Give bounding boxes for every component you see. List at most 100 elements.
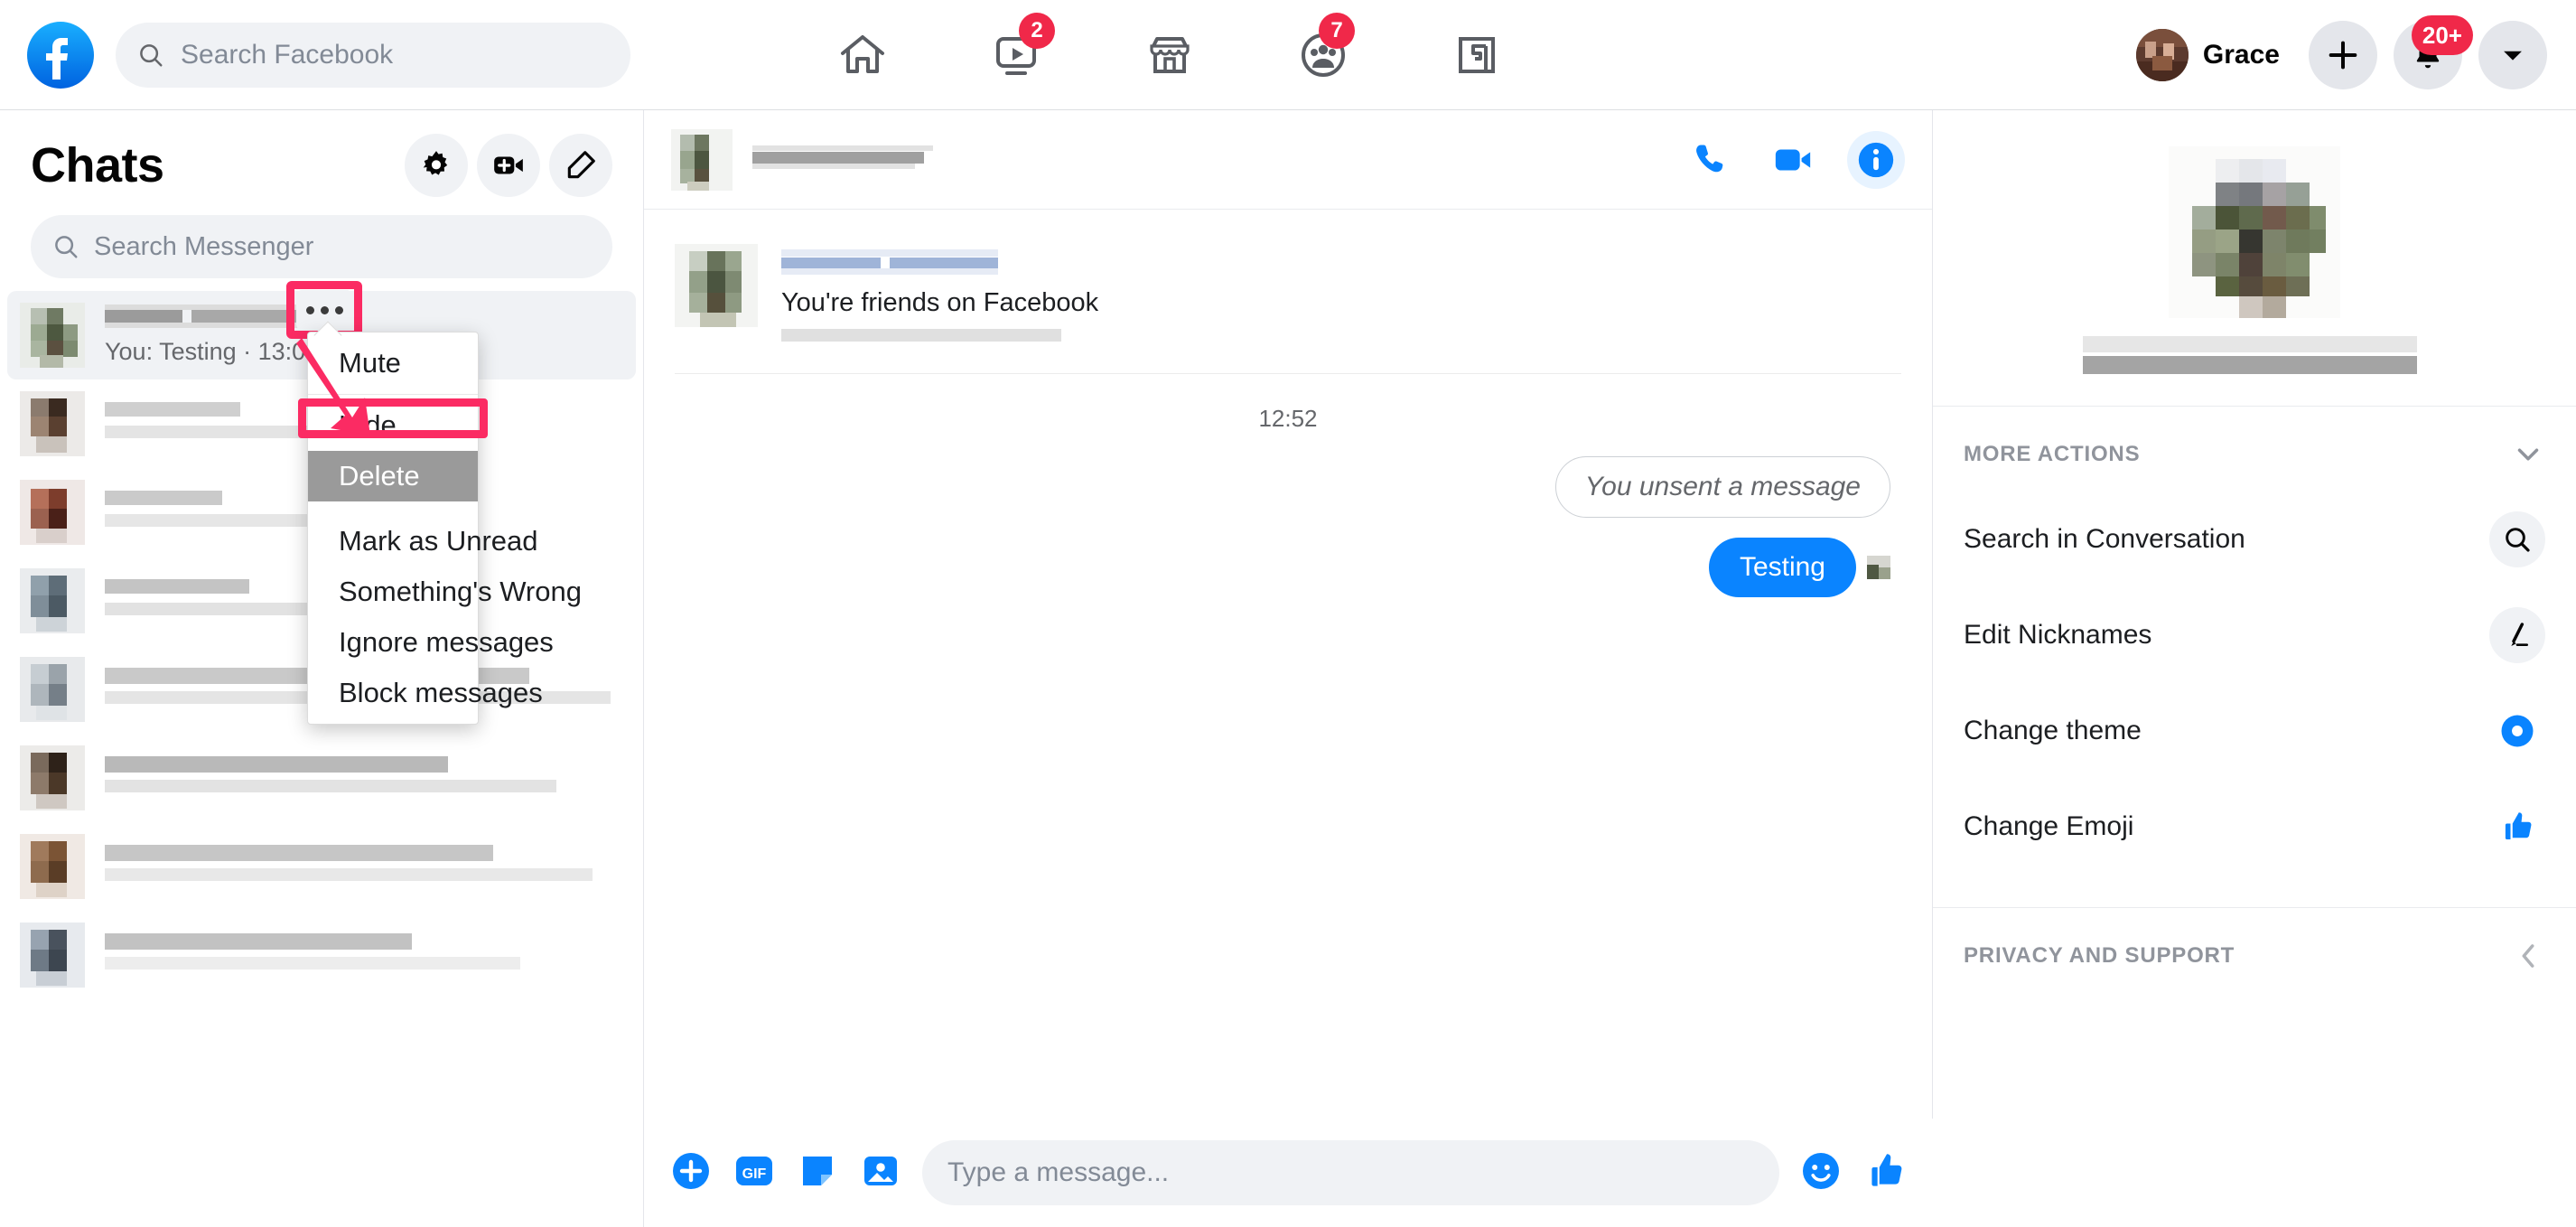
facebook-logo-icon[interactable] bbox=[27, 21, 94, 89]
facebook-search-input[interactable]: Search Facebook bbox=[116, 22, 630, 88]
avatar bbox=[2169, 146, 2340, 318]
avatar bbox=[20, 480, 85, 545]
new-message-button[interactable] bbox=[549, 134, 612, 197]
context-menu-item-delete[interactable]: Delete bbox=[308, 451, 478, 501]
photo-button[interactable] bbox=[859, 1149, 902, 1197]
profile-chip[interactable]: Grace bbox=[2129, 22, 2292, 89]
dot bbox=[334, 305, 343, 314]
avatar bbox=[20, 923, 85, 988]
new-video-call-icon bbox=[494, 156, 523, 174]
messenger-search-placeholder: Search Messenger bbox=[94, 231, 314, 261]
notifications-badge: 20+ bbox=[2411, 15, 2473, 55]
notifications-button[interactable]: 20+ bbox=[2394, 15, 2473, 89]
context-menu-item-mark-as-unread[interactable]: Mark as Unread bbox=[308, 516, 538, 567]
avatar bbox=[2135, 29, 2189, 81]
info-icon bbox=[1858, 142, 1894, 177]
avatar bbox=[20, 657, 85, 722]
action-label: Search in Conversation bbox=[1964, 524, 2245, 554]
plus-icon bbox=[2329, 41, 2357, 70]
sticker-icon bbox=[803, 1156, 832, 1185]
dot bbox=[305, 305, 314, 314]
nav-groups-icon[interactable]: 7 bbox=[1246, 0, 1400, 110]
chevron-left-icon[interactable] bbox=[2511, 939, 2545, 973]
action-label: Change Emoji bbox=[1964, 811, 2134, 841]
add-attachment-button[interactable] bbox=[669, 1149, 713, 1197]
context-menu-item-block-messages[interactable]: Block messages bbox=[308, 668, 543, 718]
main-nav-icons: 2 7 bbox=[786, 0, 1554, 110]
chevron-down-icon[interactable] bbox=[2511, 437, 2545, 472]
nav-watch-icon[interactable]: 2 bbox=[939, 0, 1093, 110]
messenger-search-input[interactable]: Search Messenger bbox=[31, 215, 612, 278]
emoji-button[interactable] bbox=[1799, 1149, 1843, 1197]
action-label: Edit Nicknames bbox=[1964, 620, 2152, 650]
gif-button[interactable]: GIF bbox=[733, 1149, 776, 1197]
action-search-in-conversation[interactable]: Search in Conversation bbox=[1933, 492, 2576, 587]
compose-icon bbox=[567, 151, 595, 179]
conversation-info-button[interactable] bbox=[1847, 130, 1905, 189]
chats-title: Chats bbox=[31, 138, 164, 192]
svg-text:GIF: GIF bbox=[742, 1166, 767, 1182]
search-icon bbox=[2489, 511, 2545, 567]
profile-name: Grace bbox=[2202, 40, 2280, 70]
intro-detail-redacted bbox=[781, 325, 1098, 350]
list-item[interactable] bbox=[0, 734, 643, 822]
gif-icon: GIF bbox=[736, 1156, 772, 1185]
search-icon bbox=[140, 43, 163, 66]
privacy-support-title: PRIVACY AND SUPPORT bbox=[1964, 943, 2235, 968]
video-call-button[interactable] bbox=[1764, 131, 1822, 189]
new-video-call-button[interactable] bbox=[477, 134, 540, 197]
action-edit-nicknames[interactable]: Edit Nicknames bbox=[1933, 587, 2576, 683]
privacy-support-section-header[interactable]: PRIVACY AND SUPPORT bbox=[1933, 907, 2576, 993]
like-button[interactable] bbox=[1862, 1148, 1908, 1198]
avatar bbox=[20, 834, 85, 899]
conversation-panel: You're friends on Facebook 12:52 You uns… bbox=[644, 110, 1933, 1227]
context-menu-item-ignore-messages[interactable]: Ignore messages bbox=[308, 617, 554, 668]
nav-marketplace-icon[interactable] bbox=[1093, 0, 1246, 110]
action-label: Change theme bbox=[1964, 716, 2142, 745]
message-timestamp: 12:52 bbox=[1258, 405, 1318, 432]
avatar bbox=[671, 128, 733, 191]
voice-call-button[interactable] bbox=[1681, 131, 1739, 189]
contact-profile bbox=[1933, 110, 2576, 406]
redacted-text bbox=[105, 755, 556, 792]
pencil-icon bbox=[2489, 607, 2545, 663]
avatar bbox=[20, 745, 85, 810]
message-input[interactable]: Type a message... bbox=[922, 1140, 1779, 1205]
dot bbox=[320, 305, 329, 314]
context-menu-item-hide[interactable]: Hide bbox=[308, 400, 478, 451]
context-menu-item-mute[interactable]: Mute bbox=[308, 338, 478, 389]
sticker-button[interactable] bbox=[796, 1149, 839, 1197]
photo-icon bbox=[864, 1156, 897, 1185]
thumbs-up-icon bbox=[1871, 1153, 1902, 1186]
context-menu-item-somethings-wrong[interactable]: Something's Wrong bbox=[308, 567, 582, 617]
sent-message-bubble: Testing bbox=[1708, 538, 1856, 597]
emoji-smiley-icon bbox=[1803, 1152, 1839, 1189]
intro-subtitle: You're friends on Facebook bbox=[781, 288, 1099, 317]
more-actions-section-header[interactable]: MORE ACTIONS bbox=[1933, 406, 2576, 492]
nav-home-icon[interactable] bbox=[786, 0, 939, 110]
message-thread: You're friends on Facebook 12:52 You uns… bbox=[644, 210, 1932, 1175]
watch-badge: 2 bbox=[1019, 13, 1055, 49]
nav-gaming-icon[interactable] bbox=[1400, 0, 1554, 110]
redacted-text bbox=[105, 932, 520, 969]
account-menu-button[interactable] bbox=[2478, 21, 2547, 89]
message-row: You unsent a message bbox=[675, 456, 1901, 518]
message-row: Testing bbox=[675, 538, 1901, 597]
messenger-settings-button[interactable] bbox=[405, 134, 468, 197]
avatar bbox=[20, 303, 85, 368]
list-item[interactable] bbox=[0, 822, 643, 911]
chevron-down-icon bbox=[2504, 51, 2522, 61]
unsent-message-bubble: You unsent a message bbox=[1554, 456, 1890, 518]
list-item[interactable] bbox=[0, 911, 643, 999]
create-button[interactable] bbox=[2309, 21, 2377, 89]
phone-icon bbox=[1696, 145, 1723, 172]
action-change-theme[interactable]: Change theme bbox=[1933, 683, 2576, 779]
conversation-title-redacted bbox=[752, 145, 942, 173]
chat-context-menu: Mute Hide Delete Mark as Unread Somethin… bbox=[307, 332, 582, 725]
seen-avatar bbox=[1867, 556, 1890, 579]
action-change-emoji[interactable]: Change Emoji bbox=[1933, 779, 2576, 875]
nav-right-actions: Grace 20+ bbox=[2129, 0, 2547, 110]
thumbs-up-icon bbox=[2489, 799, 2545, 855]
avatar bbox=[20, 568, 85, 633]
